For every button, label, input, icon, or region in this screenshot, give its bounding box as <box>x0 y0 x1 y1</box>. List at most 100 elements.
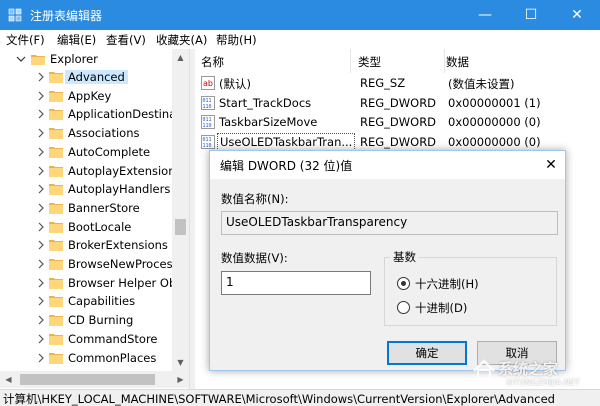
tree-item[interactable]: BrowseNewProcess <box>0 255 189 274</box>
tree-item[interactable]: Browser Helper Ob <box>0 274 189 293</box>
chevron-right-icon[interactable] <box>36 202 46 214</box>
folder-icon <box>49 202 63 214</box>
chevron-right-icon[interactable] <box>36 71 46 83</box>
menu-edit[interactable]: 编辑(E) <box>57 32 96 48</box>
svg-text:ab: ab <box>203 79 213 88</box>
chevron-right-icon[interactable] <box>36 314 46 326</box>
menu-favorites[interactable]: 收藏夹(A) <box>156 32 207 48</box>
chevron-right-icon[interactable] <box>36 146 46 158</box>
binary-value-icon: 011110 <box>201 134 215 149</box>
tree-item[interactable]: AutoplayExtensions <box>0 162 189 181</box>
chevron-right-icon[interactable] <box>36 90 46 102</box>
minimize-button[interactable]: — <box>462 0 508 30</box>
tree-vertical-scrollbar[interactable]: ▲ ▼ <box>172 49 189 371</box>
scroll-thumb[interactable] <box>175 219 186 235</box>
decimal-radio[interactable] <box>397 301 410 314</box>
menu-file[interactable]: 文件(F) <box>6 32 45 48</box>
hex-radio-label[interactable]: 十六进制(H) <box>415 276 479 292</box>
chevron-right-icon[interactable] <box>36 277 46 289</box>
menu-view[interactable]: 查看(V) <box>106 32 146 48</box>
chevron-right-icon[interactable] <box>36 295 46 307</box>
table-row[interactable]: ab (默认) REG_SZ (数值未设置) <box>195 73 600 93</box>
folder-icon <box>49 72 63 83</box>
dialog-title: 编辑 DWORD (32 位)值 <box>220 159 353 173</box>
folder-icon <box>49 240 63 252</box>
scroll-thumb[interactable] <box>20 374 155 385</box>
folder-icon <box>49 109 63 121</box>
decimal-radio-label[interactable]: 十进制(D) <box>415 300 467 316</box>
house-logo-icon <box>473 359 495 380</box>
folder-icon <box>49 128 63 140</box>
tree-horizontal-scrollbar[interactable]: ◀ ▶ <box>0 371 189 388</box>
string-value-icon: ab <box>201 76 215 90</box>
tree-item-label: CD Burning <box>68 313 134 328</box>
binary-value-icon: 011110 <box>201 95 215 110</box>
scroll-up-arrow-icon[interactable]: ▲ <box>172 49 189 66</box>
column-header-name[interactable]: 名称 <box>201 49 351 73</box>
column-header-type[interactable]: 类型 <box>358 49 445 73</box>
value-name-cell: (默认) <box>219 77 251 91</box>
menu-help[interactable]: 帮助(H) <box>216 32 257 48</box>
folder-icon <box>49 165 63 177</box>
edit-dword-dialog: 编辑 DWORD (32 位)值 ✕ 数值名称(N): UseOLEDTaskb… <box>209 150 566 371</box>
chevron-down-icon[interactable] <box>16 53 26 65</box>
value-data-field[interactable]: 1 <box>221 271 371 295</box>
tree-item[interactable]: CommandStore <box>0 330 189 349</box>
dialog-close-button[interactable]: ✕ <box>540 154 562 176</box>
tree-item-label: AutoComplete <box>68 144 151 159</box>
scroll-right-arrow-icon[interactable]: ▶ <box>172 371 189 388</box>
tree-item-explorer[interactable]: Explorer <box>0 50 189 69</box>
scroll-down-arrow-icon[interactable]: ▼ <box>172 354 189 371</box>
column-header-data[interactable]: 数据 <box>446 49 596 73</box>
tree-item[interactable]: BootLocale <box>0 218 189 237</box>
dialog-title-bar: 编辑 DWORD (32 位)值 ✕ <box>210 151 565 179</box>
chevron-right-icon[interactable] <box>36 239 46 251</box>
title-bar: 注册表编辑器 — ☐ ✕ <box>0 0 600 30</box>
value-name-field[interactable]: UseOLEDTaskbarTransparency <box>221 211 558 235</box>
chevron-right-icon[interactable] <box>36 127 46 139</box>
ok-button[interactable]: 确定 <box>387 341 467 365</box>
folder-icon <box>49 259 63 270</box>
value-name-label: 数值名称(N): <box>221 192 289 206</box>
base-group-title: 基数 <box>390 249 419 265</box>
folder-icon <box>49 333 63 345</box>
tree-item[interactable]: AppKey <box>0 87 189 106</box>
tree-item[interactable]: Advanced <box>0 68 189 87</box>
table-row[interactable]: 011 110 Start_TrackDocs REG_DWORD 0x00000001… <box>195 93 600 113</box>
chevron-right-icon[interactable] <box>36 258 46 270</box>
chevron-right-icon[interactable] <box>36 221 46 233</box>
close-button[interactable]: ✕ <box>554 0 600 30</box>
hex-radio[interactable] <box>397 277 410 290</box>
folder-icon <box>49 184 63 196</box>
svg-text:110: 110 <box>203 123 212 129</box>
tree-item[interactable]: CD Burning <box>0 311 189 330</box>
tree-item-label: BootLocale <box>68 219 132 234</box>
table-row[interactable]: 011 110 TaskbarSizeMove REG_DWORD 0x00000000… <box>195 112 600 132</box>
folder-icon <box>49 315 63 327</box>
chevron-right-icon[interactable] <box>36 352 46 364</box>
tree-item[interactable]: BannerStore <box>0 199 189 218</box>
tree-item[interactable]: Capabilities <box>0 292 189 311</box>
tree-item[interactable]: ApplicationDestinat <box>0 105 189 124</box>
binary-value-icon: 011110 <box>201 115 215 129</box>
value-type-cell: REG_DWORD <box>360 115 437 129</box>
maximize-button[interactable]: ☐ <box>508 0 554 30</box>
scroll-left-arrow-icon[interactable]: ◀ <box>0 371 17 388</box>
value-type-cell: REG_DWORD <box>360 134 437 149</box>
tree-item[interactable]: CommonPlaces <box>0 349 189 368</box>
window-title: 注册表编辑器 <box>30 9 103 23</box>
value-data-label: 数值数据(V): <box>221 251 288 265</box>
tree-item-label: AppKey <box>68 88 112 103</box>
tree-item-label: AutoplayExtensions <box>68 163 182 178</box>
tree-item[interactable]: AutoComplete <box>0 143 189 162</box>
chevron-right-icon[interactable] <box>36 165 46 177</box>
table-row[interactable]: 011 110 UseOLEDTaskbarTran... REG_DWORD 0x00… <box>195 132 600 152</box>
value-data-cell: (数值未设置) <box>448 77 515 91</box>
tree-item[interactable]: BrokerExtensions <box>0 236 189 255</box>
tree-item[interactable]: AutoplayHandlers <box>0 180 189 199</box>
chevron-right-icon[interactable] <box>36 183 46 195</box>
chevron-right-icon[interactable] <box>36 333 46 345</box>
tree-item[interactable]: Associations <box>0 124 189 143</box>
tree-item-label: BrokerExtensions <box>68 238 168 253</box>
chevron-right-icon[interactable] <box>36 108 46 120</box>
